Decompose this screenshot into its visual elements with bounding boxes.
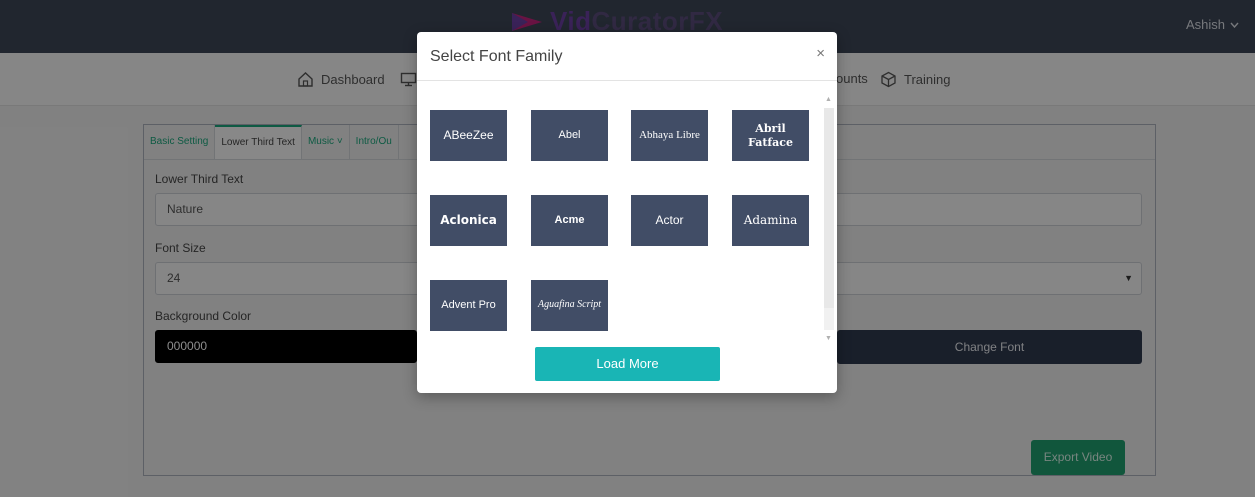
font-tile-label: Advent Pro xyxy=(441,298,496,311)
font-tile-label: ABeeZee xyxy=(443,128,494,142)
scroll-thumb[interactable] xyxy=(824,108,834,308)
font-tile-label: Aclonica xyxy=(440,213,497,227)
load-more-button[interactable]: Load More xyxy=(535,347,720,381)
scroll-up-arrow-icon[interactable]: ▲ xyxy=(825,96,832,103)
modal-title: Select Font Family xyxy=(430,48,563,65)
close-icon[interactable]: × xyxy=(816,45,825,62)
font-tile-adamina[interactable]: Adamina xyxy=(732,195,809,246)
font-tile-label: Abel xyxy=(558,128,581,141)
font-tile-label: Aguafina Script xyxy=(537,299,602,311)
font-tile-abeezee[interactable]: ABeeZee xyxy=(430,110,507,161)
font-tile-advent-pro[interactable]: Advent Pro xyxy=(430,280,507,331)
font-tile-label: Acme xyxy=(554,213,585,226)
font-tile-abhaya-libre[interactable]: Abhaya Libre xyxy=(631,110,708,161)
scroll-down-arrow-icon[interactable]: ▼ xyxy=(825,335,832,342)
font-tile-aguafina-script[interactable]: Aguafina Script xyxy=(531,280,608,331)
font-tile-actor[interactable]: Actor xyxy=(631,195,708,246)
font-tile-aclonica[interactable]: Aclonica xyxy=(430,195,507,246)
font-tile-abel[interactable]: Abel xyxy=(531,110,608,161)
font-tile-label: Abril Fatface xyxy=(748,121,793,149)
font-tile-label: Adamina xyxy=(743,213,798,227)
select-font-modal: Select Font Family × ABeeZee Abel Abhaya… xyxy=(417,32,837,393)
font-tile-abril-fatface[interactable]: Abril Fatface xyxy=(732,110,809,161)
font-list-scrollbar[interactable]: ▲ ▼ xyxy=(821,96,837,342)
font-tile-label: Abhaya Libre xyxy=(639,128,700,141)
modal-header: Select Font Family × xyxy=(417,32,837,81)
font-tile-acme[interactable]: Acme xyxy=(531,195,608,246)
font-tile-label: Actor xyxy=(655,213,684,227)
